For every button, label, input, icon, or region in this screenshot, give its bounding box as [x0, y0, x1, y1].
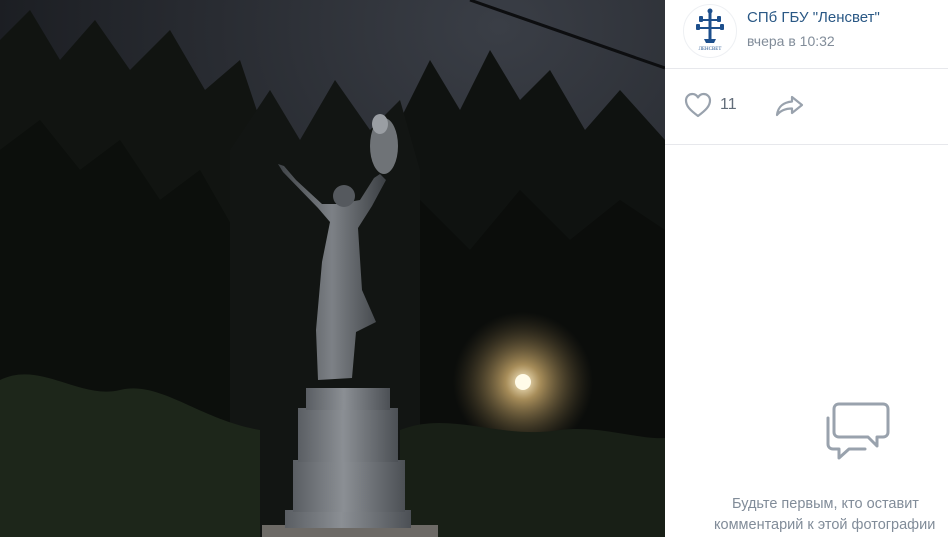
heart-icon [684, 92, 712, 118]
empty-comments-text: Будьте первым, кто оставит комментарий к… [714, 494, 948, 536]
monument-photo [0, 0, 665, 537]
post-time[interactable]: вчера в 10:32 [747, 33, 835, 49]
like-button[interactable]: 11 [683, 91, 737, 119]
lamp-post-logo-icon: ЛЕНСВЕТ [696, 8, 724, 52]
post-actions: 11 [665, 69, 948, 145]
post-header: ЛЕНСВЕТ СПб ГБУ "Ленсвет" вчера в 10:32 [665, 0, 948, 69]
share-arrow-icon [775, 95, 804, 117]
share-button[interactable] [774, 93, 806, 124]
post-sidebar: ЛЕНСВЕТ СПб ГБУ "Ленсвет" вчера в 10:32 … [665, 0, 948, 537]
avatar-logo-text: ЛЕНСВЕТ [699, 47, 722, 52]
avatar[interactable]: ЛЕНСВЕТ [683, 4, 737, 58]
author-link[interactable]: СПб ГБУ "Ленсвет" [747, 9, 880, 26]
photo-viewer[interactable] [0, 0, 665, 537]
speech-bubbles-icon [826, 402, 890, 460]
empty-comments-line1: Будьте первым, кто оставит [732, 496, 919, 512]
like-count: 11 [720, 96, 737, 113]
empty-comments-line2: комментарий к этой фотографии [714, 517, 936, 533]
comments-empty-state: Будьте первым, кто оставит комментарий к… [665, 400, 948, 537]
